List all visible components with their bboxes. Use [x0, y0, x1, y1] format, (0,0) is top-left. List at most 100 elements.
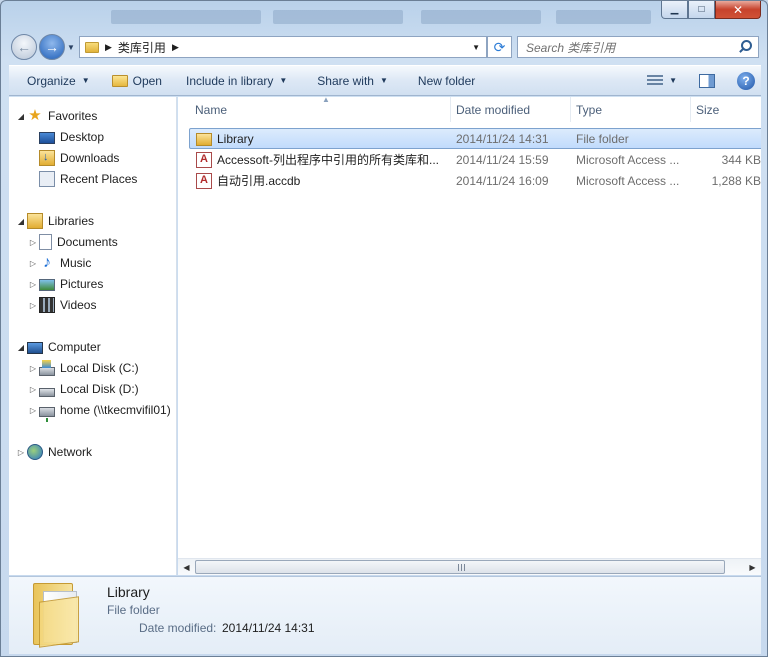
horizontal-scrollbar[interactable]: ◀ ▶ [178, 558, 761, 575]
minimize-button[interactable]: ▁ [661, 1, 688, 19]
nav-item-favorites[interactable]: ◢ ★ Favorites [15, 106, 97, 126]
details-date-modified-value: 2014/11/24 14:31 [222, 621, 315, 635]
new-folder-label: New folder [417, 73, 476, 88]
computer-icon [27, 341, 43, 354]
file-list: ▲ Name Date modified Type Size Library 2… [178, 97, 761, 575]
sort-ascending-icon: ▲ [322, 97, 330, 104]
share-with-menu[interactable]: Share with ▼ [297, 66, 398, 95]
back-arrow-icon: ← [17, 39, 31, 55]
address-history-dropdown[interactable]: ▼ [472, 43, 480, 52]
recent-pages-dropdown[interactable]: ▼ [67, 43, 75, 52]
expand-arrow-icon[interactable]: ▷ [27, 259, 39, 268]
expand-toggle-icon[interactable]: ◢ [15, 112, 27, 121]
access-file-icon [196, 151, 212, 168]
folder-icon [85, 41, 99, 53]
nav-item-local-disk-c[interactable]: ▷ Local Disk (C:) [27, 358, 139, 378]
change-view-icon[interactable] [647, 74, 664, 87]
details-pane: Library File folder Date modified: 2014/… [9, 576, 761, 654]
nav-item-recent-places[interactable]: Recent Places [39, 169, 137, 189]
nav-item-libraries[interactable]: ◢ Libraries [15, 211, 94, 231]
file-type-cell: File folder [576, 131, 629, 146]
address-bar[interactable]: ▶ 类库引用 ▶ ▼ [79, 36, 487, 58]
chevron-down-icon: ▼ [279, 76, 288, 85]
include-in-library-menu[interactable]: Include in library ▼ [172, 66, 297, 95]
forward-button[interactable]: → [39, 34, 65, 60]
title-bar [1, 1, 657, 29]
nav-item-network[interactable]: ▷ Network [15, 442, 92, 462]
window-controls: ▁ □ ✕ [661, 1, 761, 19]
search-input[interactable]: Search 类库引用 [518, 39, 736, 56]
expand-arrow-icon[interactable]: ▷ [27, 280, 39, 289]
nav-item-music[interactable]: ▷ ♪ Music [27, 253, 91, 273]
open-label: Open [132, 73, 162, 88]
expand-toggle-icon[interactable]: ◢ [15, 217, 27, 226]
file-type-cell: Microsoft Access ... [576, 152, 680, 167]
videos-icon [39, 297, 55, 313]
expand-arrow-icon[interactable]: ▷ [27, 406, 39, 415]
navigation-pane: ◢ ★ Favorites Desktop Downloads Recent P… [9, 97, 177, 575]
grip-icon [458, 564, 466, 571]
file-date-cell: 2014/11/24 15:59 [456, 152, 549, 167]
scrollbar-thumb[interactable] [195, 560, 725, 574]
search-box[interactable]: Search 类库引用 [517, 36, 759, 58]
nav-item-local-disk-d[interactable]: ▷ Local Disk (D:) [27, 379, 139, 399]
breadcrumb-chevron-icon[interactable]: ▶ [172, 42, 179, 53]
scroll-right-button[interactable]: ▶ [744, 559, 761, 575]
expand-toggle-icon[interactable]: ◢ [15, 343, 27, 352]
file-name-cell[interactable]: 自动引用.accdb [196, 170, 446, 191]
new-folder-button[interactable]: New folder [398, 66, 485, 95]
details-date-modified-label: Date modified: [139, 621, 217, 635]
forward-arrow-icon: → [45, 39, 59, 55]
scroll-left-button[interactable]: ◀ [178, 559, 195, 575]
large-folder-icon [33, 583, 81, 648]
help-icon[interactable]: ? [737, 71, 755, 90]
folder-icon [196, 133, 212, 146]
expand-arrow-icon[interactable]: ▷ [27, 385, 39, 394]
expand-arrow-icon[interactable]: ▷ [27, 364, 39, 373]
breadcrumb-chevron-icon[interactable]: ▶ [105, 42, 112, 53]
nav-item-desktop[interactable]: Desktop [39, 127, 104, 147]
organize-label: Organize [27, 73, 76, 88]
open-button[interactable]: Open [100, 66, 172, 95]
file-size-cell: 1,288 KB [711, 173, 761, 188]
column-header-name[interactable]: ▲ Name [186, 97, 451, 122]
breadcrumb-segment[interactable]: 类库引用 [118, 39, 166, 56]
expand-arrow-icon[interactable]: ▷ [15, 448, 27, 457]
pictures-icon [39, 279, 55, 291]
refresh-icon: ⟳ [493, 38, 506, 55]
system-drive-icon [39, 359, 55, 376]
close-button[interactable]: ✕ [715, 1, 761, 19]
open-folder-icon [111, 74, 128, 87]
expand-arrow-icon[interactable]: ▷ [27, 238, 39, 247]
file-name-cell[interactable]: Library [196, 128, 451, 149]
refresh-button[interactable]: ⟳ [487, 36, 512, 58]
explorer-window: ▁ □ ✕ ← → ▼ ▶ 类库引用 ▶ ▼ ⟳ Search 类库引用 Org… [0, 0, 768, 657]
network-icon [27, 444, 43, 460]
back-button[interactable]: ← [11, 34, 37, 60]
preview-pane-icon[interactable] [699, 73, 715, 88]
expand-arrow-icon[interactable]: ▷ [27, 301, 39, 310]
nav-item-videos[interactable]: ▷ Videos [27, 295, 96, 315]
column-header-size[interactable]: Size [687, 97, 761, 122]
search-icon[interactable] [736, 38, 754, 56]
nav-item-downloads[interactable]: Downloads [39, 148, 119, 168]
nav-item-home-share[interactable]: ▷ home (\\tkecmvifil01) [27, 400, 171, 422]
command-bar: Organize ▼ Open Include in library ▼ Sha… [9, 65, 761, 96]
maximize-button[interactable]: □ [688, 1, 715, 19]
chevron-down-icon[interactable]: ▼ [669, 76, 677, 85]
access-file-icon [196, 172, 212, 189]
file-size-cell: 344 KB [721, 152, 761, 167]
chevron-down-icon: ▼ [379, 76, 388, 85]
nav-item-documents[interactable]: ▷ Documents [27, 232, 118, 252]
nav-item-computer[interactable]: ◢ Computer [15, 337, 101, 357]
column-header-type[interactable]: Type [567, 97, 691, 122]
drive-icon [39, 387, 55, 397]
column-header-date-modified[interactable]: Date modified [447, 97, 571, 122]
nav-item-pictures[interactable]: ▷ Pictures [27, 274, 103, 294]
file-date-cell: 2014/11/24 16:09 [456, 173, 549, 188]
file-name-cell[interactable]: Accessoft-列出程序中引用的所有类库和... [196, 149, 446, 170]
documents-icon [39, 234, 52, 250]
chevron-down-icon: ▼ [81, 76, 90, 85]
network-drive-icon [39, 406, 55, 422]
organize-menu[interactable]: Organize ▼ [9, 66, 100, 95]
